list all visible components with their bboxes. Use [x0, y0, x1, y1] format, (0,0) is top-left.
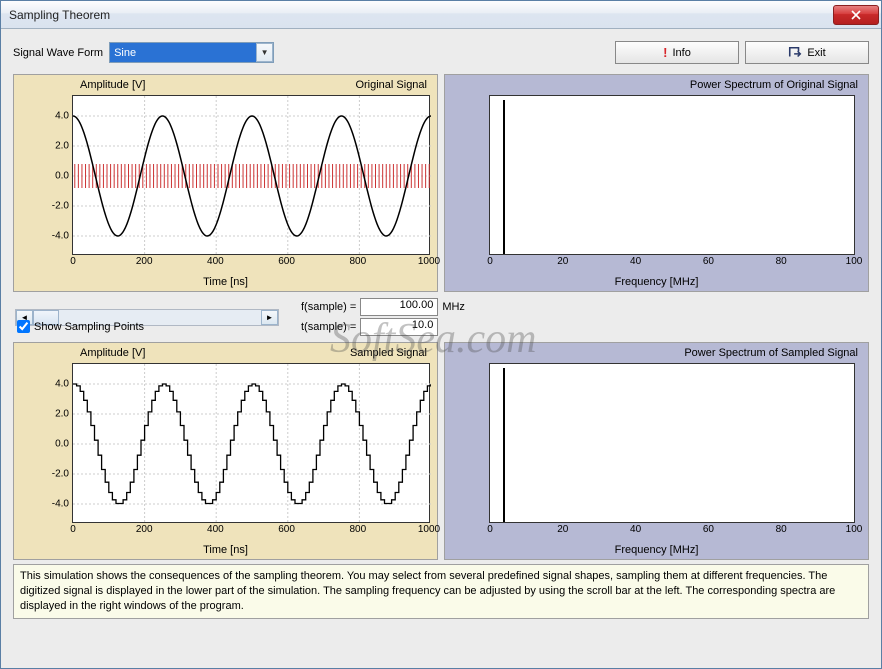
xtick: 60 [703, 256, 714, 267]
chart-title: Power Spectrum of Sampled Signal [684, 347, 858, 359]
ytick: -2.0 [52, 201, 69, 212]
xtick: 100 [846, 524, 863, 535]
signal-waveform-label: Signal Wave Form [13, 47, 103, 59]
xtick: 200 [136, 524, 153, 535]
show-sampling-label: Show Sampling Points [34, 321, 144, 333]
chart-ylabel: Amplitude [V] [80, 79, 145, 91]
close-icon [851, 10, 861, 20]
plot-power-original: 0 20 40 60 80 100 [489, 95, 855, 255]
ytick: 2.0 [55, 141, 69, 152]
xtick: 200 [136, 256, 153, 267]
scroll-right-icon[interactable]: ► [261, 310, 278, 325]
chart-title: Sampled Signal [350, 347, 427, 359]
signal-waveform-value: Sine [109, 42, 274, 63]
xtick: 40 [630, 524, 641, 535]
xtick: 1000 [418, 256, 440, 267]
description-panel: This simulation shows the consequences o… [13, 564, 869, 619]
ytick: -4.0 [52, 499, 69, 510]
plot-power-sampled: 0 20 40 60 80 100 [489, 363, 855, 523]
chart-xlabel: Frequency [MHz] [615, 544, 699, 556]
xtick: 20 [557, 256, 568, 267]
xtick: 800 [349, 256, 366, 267]
show-sampling-checkbox[interactable]: Show Sampling Points [17, 320, 144, 333]
xtick: 0 [487, 524, 493, 535]
ytick: 4.0 [55, 379, 69, 390]
xtick: 400 [207, 524, 224, 535]
info-icon: ! [663, 45, 667, 60]
window-title: Sampling Theorem [9, 8, 833, 22]
client-area: Signal Wave Form Sine ▼ ! Info Exit Ampl… [1, 29, 881, 668]
xtick: 600 [278, 256, 295, 267]
ytick: 0.0 [55, 439, 69, 450]
ytick: 0.0 [55, 171, 69, 182]
info-button-label: Info [672, 47, 690, 59]
chart-row-upper: Amplitude [V] Original Signal /*pulses*/ [13, 74, 869, 292]
ytick: 4.0 [55, 111, 69, 122]
signal-waveform-select[interactable]: Sine ▼ [109, 42, 274, 63]
xtick: 80 [776, 256, 787, 267]
fsample-unit: MHz [442, 301, 465, 313]
tsample-row: t(sample) = 10.0 [301, 318, 442, 336]
chart-title: Original Signal [355, 79, 427, 91]
show-sampling-input[interactable] [17, 320, 30, 333]
chart-ylabel: Amplitude [V] [80, 347, 145, 359]
chart-title: Power Spectrum of Original Signal [690, 79, 858, 91]
xtick: 1000 [418, 524, 440, 535]
sampling-controls: ◄ ► Show Sampling Points f(sample) = 100… [13, 296, 869, 338]
xtick: 20 [557, 524, 568, 535]
chart-sampled-signal: Amplitude [V] Sampled Signal 4.0 2.0 0.0… [13, 342, 438, 560]
chart-xlabel: Frequency [MHz] [615, 276, 699, 288]
ytick: -2.0 [52, 469, 69, 480]
tsample-value: 10.0 [360, 318, 438, 336]
plot-svg [490, 96, 856, 256]
plot-svg [73, 364, 431, 524]
plot-svg [490, 364, 856, 524]
xtick: 0 [487, 256, 493, 267]
tsample-label: t(sample) = [301, 321, 356, 333]
chart-row-lower: Amplitude [V] Sampled Signal 4.0 2.0 0.0… [13, 342, 869, 560]
xtick: 80 [776, 524, 787, 535]
fsample-value: 100.00 [360, 298, 438, 316]
exit-button-label: Exit [807, 47, 825, 59]
info-button[interactable]: ! Info [615, 41, 739, 64]
xtick: 800 [349, 524, 366, 535]
xtick: 600 [278, 524, 295, 535]
close-button[interactable] [833, 5, 879, 25]
plot-original: /*pulses*/ 4.0 2.0 0.0 -2.0 -4.0 0 200 4… [72, 95, 430, 255]
chart-power-sampled: Power Spectrum of Sampled Signal 0 20 40… [444, 342, 869, 560]
titlebar: Sampling Theorem [1, 1, 881, 29]
xtick: 0 [70, 524, 76, 535]
xtick: 100 [846, 256, 863, 267]
chart-xlabel: Time [ns] [203, 276, 248, 288]
ytick: 2.0 [55, 409, 69, 420]
xtick: 0 [70, 256, 76, 267]
top-toolbar: Signal Wave Form Sine ▼ ! Info Exit [13, 39, 869, 70]
fsample-label: f(sample) = [301, 301, 356, 313]
exit-icon [788, 46, 802, 60]
exit-button[interactable]: Exit [745, 41, 869, 64]
xtick: 400 [207, 256, 224, 267]
chevron-down-icon: ▼ [256, 43, 273, 62]
fsample-row: f(sample) = 100.00 MHz [301, 298, 465, 316]
chart-original-signal: Amplitude [V] Original Signal /*pulses*/ [13, 74, 438, 292]
ytick: -4.0 [52, 231, 69, 242]
xtick: 60 [703, 524, 714, 535]
xtick: 40 [630, 256, 641, 267]
chart-xlabel: Time [ns] [203, 544, 248, 556]
app-window: Sampling Theorem Signal Wave Form Sine ▼… [0, 0, 882, 669]
plot-svg: /*pulses*/ [73, 96, 431, 256]
chart-power-original: Power Spectrum of Original Signal 0 20 4… [444, 74, 869, 292]
plot-sampled: 4.0 2.0 0.0 -2.0 -4.0 0 200 400 600 800 … [72, 363, 430, 523]
